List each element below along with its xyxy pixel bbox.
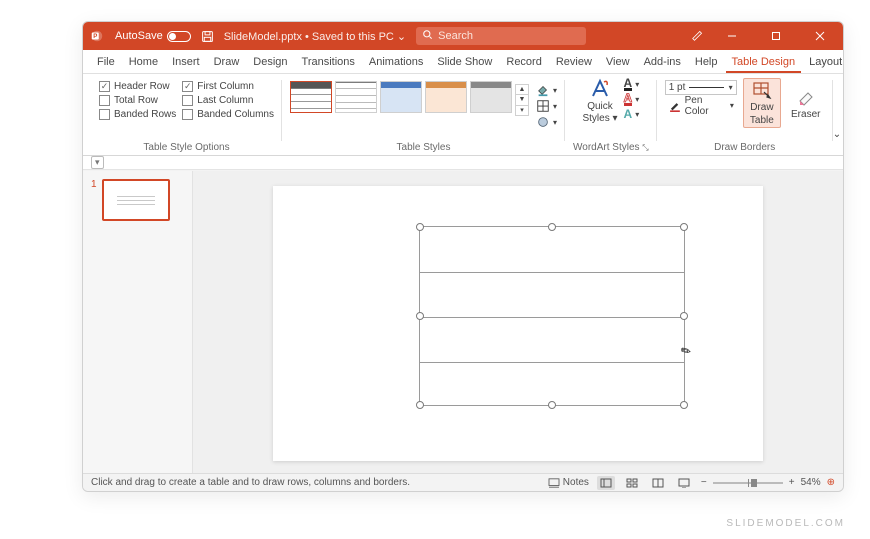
- table-style-swatch[interactable]: [425, 81, 467, 113]
- ribbon-collapse-button[interactable]: ⌄: [833, 78, 841, 144]
- minimize-button[interactable]: [715, 22, 749, 50]
- autosave-toggle[interactable]: AutoSave: [115, 30, 191, 42]
- quick-styles-button[interactable]: Quick Styles ▾: [582, 78, 617, 124]
- slide-thumbnail[interactable]: [102, 179, 170, 221]
- tab-record[interactable]: Record: [500, 52, 547, 73]
- borders-button[interactable]: ▾: [536, 99, 557, 113]
- tab-home[interactable]: Home: [123, 52, 164, 73]
- gallery-up-button[interactable]: ▲: [516, 85, 528, 95]
- search-box[interactable]: [416, 27, 586, 45]
- text-effects-button[interactable]: A▾: [624, 108, 640, 120]
- status-message: Click and drag to create a table and to …: [91, 477, 410, 488]
- reading-view-button[interactable]: [649, 476, 667, 490]
- table-style-swatch[interactable]: [380, 81, 422, 113]
- tab-insert[interactable]: Insert: [166, 52, 206, 73]
- effects-button[interactable]: ▾: [536, 115, 557, 129]
- save-icon[interactable]: [201, 30, 214, 43]
- zoom-level[interactable]: 54%: [801, 477, 821, 488]
- slideshow-view-button[interactable]: [675, 476, 693, 490]
- chk-last-column[interactable]: Last Column: [182, 95, 274, 106]
- powerpoint-window: P AutoSave SlideModel.pptx • Saved to th…: [82, 21, 844, 492]
- group-table-style-options: ✓Header Row Total Row Banded Rows ✓First…: [91, 78, 282, 155]
- tab-layout[interactable]: Layout: [803, 52, 844, 73]
- slide: ✎: [273, 186, 763, 461]
- group-label: Draw Borders: [714, 142, 775, 155]
- svg-text:P: P: [93, 33, 97, 40]
- notes-button[interactable]: Notes: [548, 477, 589, 488]
- gallery-more-button[interactable]: ▾: [516, 106, 528, 115]
- pen-weight-select[interactable]: 1 pt▾: [665, 80, 737, 95]
- slide-thumbnail-pane: 1: [83, 171, 193, 473]
- chk-header-row[interactable]: ✓Header Row: [99, 81, 176, 92]
- table-style-swatch[interactable]: [470, 81, 512, 113]
- pen-color-select[interactable]: Pen Color ▾: [665, 98, 737, 113]
- eraser-button[interactable]: Eraser: [787, 78, 825, 128]
- zoom-out-button[interactable]: −: [701, 477, 707, 488]
- autosave-label: AutoSave: [115, 30, 163, 42]
- tab-file[interactable]: File: [91, 52, 121, 73]
- group-draw-borders: 1 pt▾ Pen Color ▾ Draw Table Eraser Draw…: [657, 78, 833, 155]
- shading-button[interactable]: ▾: [536, 83, 557, 97]
- qat-strip: ▾: [83, 156, 843, 170]
- qat-customize-icon[interactable]: ▾: [91, 156, 104, 169]
- group-table-styles: ▲ ▼ ▾ ▾ ▾ ▾ Table Styles: [282, 78, 565, 155]
- draw-table-button[interactable]: Draw Table: [743, 78, 781, 128]
- tab-animations[interactable]: Animations: [363, 52, 429, 73]
- ribbon-tabs: File Home Insert Draw Design Transitions…: [83, 50, 843, 74]
- slide-canvas[interactable]: ✎: [193, 171, 843, 473]
- tab-help[interactable]: Help: [689, 52, 724, 73]
- table-style-gallery: ▲ ▼ ▾ ▾ ▾ ▾: [290, 78, 557, 129]
- pen-input-icon[interactable]: [691, 28, 705, 45]
- chk-banded-rows[interactable]: Banded Rows: [99, 109, 176, 120]
- group-label: Table Style Options: [143, 142, 229, 155]
- chk-first-column[interactable]: ✓First Column: [182, 81, 274, 92]
- zoom-control: − + 54% ⊕: [701, 477, 835, 488]
- group-label: WordArt Styles ⤡: [573, 142, 649, 155]
- toggle-off-icon: [167, 31, 191, 42]
- table-style-swatch[interactable]: [290, 81, 332, 113]
- fit-to-window-button[interactable]: ⊕: [827, 477, 835, 488]
- zoom-in-button[interactable]: +: [789, 477, 795, 488]
- tab-addins[interactable]: Add-ins: [638, 52, 687, 73]
- group-wordart-styles: Quick Styles ▾ A▾ A▾ A▾ WordArt Styles ⤡: [565, 78, 657, 155]
- search-input[interactable]: [438, 30, 580, 42]
- chk-banded-columns[interactable]: Banded Columns: [182, 109, 274, 120]
- table-style-swatch[interactable]: [335, 81, 377, 113]
- tab-draw[interactable]: Draw: [208, 52, 246, 73]
- close-button[interactable]: [803, 22, 837, 50]
- normal-view-button[interactable]: [597, 476, 615, 490]
- tab-table-design[interactable]: Table Design: [726, 52, 802, 73]
- text-outline-button[interactable]: A▾: [624, 93, 640, 106]
- gallery-scroll: ▲ ▼ ▾: [515, 84, 529, 116]
- document-title: SlideModel.pptx • Saved to this PC ⌄: [224, 30, 406, 43]
- tab-transitions[interactable]: Transitions: [296, 52, 361, 73]
- group-label: Table Styles: [397, 142, 451, 155]
- tab-review[interactable]: Review: [550, 52, 598, 73]
- search-icon: [422, 29, 433, 43]
- tab-slideshow[interactable]: Slide Show: [431, 52, 498, 73]
- status-bar: Click and drag to create a table and to …: [83, 473, 843, 491]
- tab-design[interactable]: Design: [247, 52, 293, 73]
- sorter-view-button[interactable]: [623, 476, 641, 490]
- tab-view[interactable]: View: [600, 52, 636, 73]
- zoom-slider[interactable]: [713, 482, 783, 484]
- watermark: SLIDEMODEL.COM: [726, 518, 845, 529]
- title-bar: P AutoSave SlideModel.pptx • Saved to th…: [83, 22, 843, 50]
- ribbon: ✓Header Row Total Row Banded Rows ✓First…: [83, 74, 843, 156]
- maximize-button[interactable]: [759, 22, 793, 50]
- powerpoint-logo-icon: P: [89, 28, 105, 44]
- chk-total-row[interactable]: Total Row: [99, 95, 176, 106]
- slide-number: 1: [91, 179, 97, 221]
- table-object[interactable]: [419, 226, 685, 406]
- work-area: 1: [83, 171, 843, 473]
- gallery-down-button[interactable]: ▼: [516, 95, 528, 105]
- text-fill-button[interactable]: A▾: [624, 78, 640, 91]
